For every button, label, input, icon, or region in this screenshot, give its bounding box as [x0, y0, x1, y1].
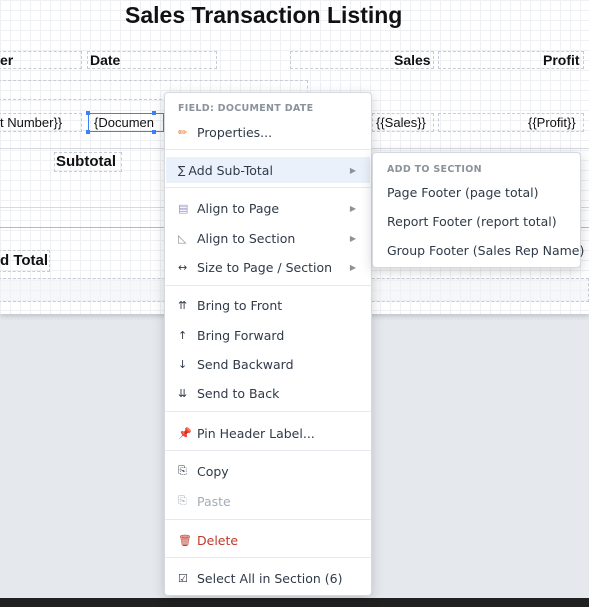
copy-icon: ⎘ [178, 464, 187, 477]
context-menu: FIELD: DOCUMENT DATE ✏ Properties... ∑ A… [164, 92, 372, 596]
menu-item-label: Size to Page / Section [197, 259, 333, 275]
menu-item-label: Select All in Section (6) [197, 570, 343, 586]
submenu-arrow-icon: ▶ [349, 233, 356, 243]
sigma-icon: ∑ [178, 163, 186, 177]
menu-item-label: Properties... [197, 124, 273, 140]
horizontal-arrows-icon: ↔ [178, 260, 188, 274]
paste-icon: ⎘ [178, 494, 187, 507]
menu-item-select-all-in-section[interactable]: ☑ Select All in Section (6) [166, 565, 370, 591]
detail-sales-field[interactable]: {{Sales}} [376, 115, 426, 130]
menu-item-bring-forward[interactable]: ↑ Bring Forward [166, 322, 370, 348]
menu-item-properties[interactable]: ✏ Properties... [166, 119, 370, 145]
submenu-item-label: Report Footer (report total) [387, 213, 557, 229]
detail-document-field[interactable]: {Documen [94, 115, 154, 130]
menu-item-add-sub-total[interactable]: ∑ Add Sub-Total ▶ [166, 157, 370, 183]
submenu-item-group-footer[interactable]: Group Footer (Sales Rep Name) [374, 237, 584, 263]
menu-separator [165, 411, 371, 412]
submenu-arrow-icon: ▶ [349, 262, 356, 272]
menu-item-size-to-page-section[interactable]: ↔ Size to Page / Section ▶ [166, 254, 370, 280]
menu-item-label: Send to Back [197, 385, 280, 401]
menu-item-label: Bring to Front [197, 297, 283, 313]
checkbox-icon: ☑ [178, 571, 188, 585]
down-arrow-icon: ↓ [178, 357, 188, 371]
menu-item-align-to-page[interactable]: ▤ Align to Page ▶ [166, 195, 370, 221]
report-title: Sales Transaction Listing [125, 2, 403, 28]
header-date-label: Date [90, 52, 121, 68]
submenu-item-label: Page Footer (page total) [387, 184, 539, 200]
menu-item-delete[interactable]: 🗑 Delete [166, 527, 370, 553]
pin-icon: 📌 [178, 426, 192, 440]
add-sub-total-submenu: ADD TO SECTION Page Footer (page total) … [372, 152, 584, 268]
menu-separator [165, 450, 371, 451]
submenu-arrow-icon: ▶ [349, 165, 356, 175]
menu-item-label: Bring Forward [197, 327, 285, 343]
menu-item-bring-to-front[interactable]: ⇈ Bring to Front [166, 292, 370, 318]
double-down-arrow-icon: ⇊ [178, 386, 188, 400]
submenu-header: ADD TO SECTION [387, 164, 482, 175]
menu-item-label: Send Backward [197, 356, 294, 372]
menu-separator [165, 557, 371, 558]
menu-item-send-to-back[interactable]: ⇊ Send to Back [166, 380, 370, 406]
page-icon: ▤ [178, 201, 189, 215]
resize-handle[interactable] [152, 130, 156, 134]
submenu-item-page-footer[interactable]: Page Footer (page total) [374, 179, 579, 205]
menu-item-paste[interactable]: ⎘ Paste [166, 488, 370, 514]
menu-item-copy[interactable]: ⎘ Copy [166, 458, 370, 484]
menu-separator [165, 149, 371, 150]
header-sales-label: Sales [394, 52, 431, 68]
subtotal-label: Subtotal [56, 153, 116, 170]
triangle-ruler-icon: ◺ [178, 231, 187, 245]
submenu-item-label: Group Footer (Sales Rep Name) [387, 242, 585, 258]
menu-item-send-backward[interactable]: ↓ Send Backward [166, 351, 370, 377]
header-profit-label: Profit [543, 52, 580, 68]
context-menu-header: FIELD: DOCUMENT DATE [178, 103, 314, 114]
menu-item-label: Align to Section [197, 230, 296, 246]
menu-item-label: Paste [197, 493, 231, 509]
pencil-icon: ✏ [178, 125, 188, 139]
menu-item-label: Align to Page [197, 200, 280, 216]
trash-icon: 🗑 [178, 533, 192, 547]
menu-item-align-to-section[interactable]: ◺ Align to Section ▶ [166, 225, 370, 251]
grand-total-label: d Total [0, 252, 49, 269]
menu-separator [165, 187, 371, 188]
detail-number-field[interactable]: t Number}} [0, 115, 62, 130]
double-up-arrow-icon: ⇈ [178, 298, 188, 312]
resize-handle[interactable] [86, 130, 90, 134]
menu-item-label: Copy [197, 463, 229, 479]
menu-separator [165, 285, 371, 286]
up-arrow-icon: ↑ [178, 328, 188, 342]
detail-profit-field[interactable]: {{Profit}} [528, 115, 576, 130]
submenu-arrow-icon: ▶ [349, 203, 356, 213]
menu-item-pin-header-label[interactable]: 📌 Pin Header Label... [166, 420, 370, 446]
submenu-item-report-footer[interactable]: Report Footer (report total) [374, 208, 579, 234]
menu-item-label: Add Sub-Total [188, 162, 273, 178]
menu-separator [165, 519, 371, 520]
header-number-label: er [0, 52, 14, 68]
menu-item-label: Pin Header Label... [197, 425, 315, 441]
window-bottom-edge [0, 598, 589, 607]
resize-handle[interactable] [86, 111, 90, 115]
menu-item-label: Delete [197, 532, 239, 548]
